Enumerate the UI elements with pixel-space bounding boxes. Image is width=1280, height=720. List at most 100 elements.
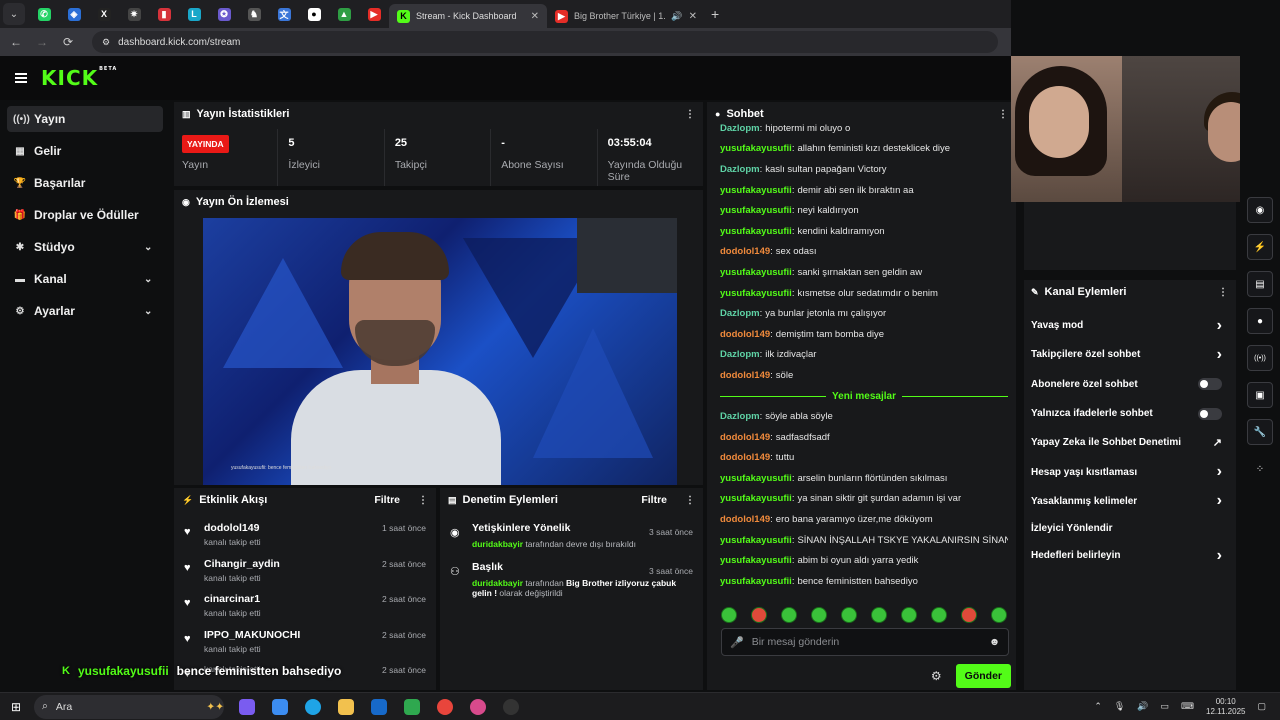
filter-button[interactable]: Filtre [374,494,400,506]
pinned-tab[interactable]: ▮ [149,0,179,28]
chat-username[interactable]: dodolol149 [720,514,770,525]
layout-icon[interactable]: ▣ [1247,382,1273,408]
chevron-up-icon[interactable]: ⌃ [1094,701,1102,712]
pinned-tab[interactable]: L [179,0,209,28]
volume-icon[interactable]: 🔊 [1137,701,1148,712]
language-icon[interactable]: ⌨ [1181,701,1194,712]
back-arrow-icon[interactable]: ← [8,35,24,49]
kick-logo[interactable]: KICKBETA [41,66,117,90]
channel-action-item[interactable]: Abonelere özel sohbet [1024,370,1236,399]
emote-icon[interactable] [751,607,767,623]
moderator-name[interactable]: duridakbayir [472,578,523,588]
outlook-icon[interactable] [362,698,395,715]
channel-action-item[interactable]: Hesap yaşı kısıtlaması › [1024,457,1236,486]
chat-username[interactable]: dodolol149 [720,329,770,340]
chat-message[interactable]: yusufakayusufii: arselin bunların flörtün… [720,468,1008,489]
chat-input[interactable]: 🎤 Bir mesaj gönderin ☻ [721,628,1009,656]
sidebar-item[interactable]: ▦ Gelir [7,138,163,164]
toggle-switch[interactable] [1198,407,1222,420]
chat-message[interactable]: yusufakayusufii: kendini kaldıramıyon [720,221,1008,242]
obs-icon[interactable] [494,698,527,715]
chat-username[interactable]: Dazlopm [720,123,760,134]
chrome-icon[interactable] [428,698,461,715]
chat-message[interactable]: yusufakayusufii: abim bi oyun aldı yarra … [720,550,1008,571]
emote-icon[interactable] [841,607,857,623]
pinned-tab[interactable]: ◈ [59,0,89,28]
taskbar-clock[interactable]: 00:10 12.11.2025 [1206,697,1245,717]
channel-action-item[interactable]: Hedefleri belirleyin › [1024,541,1236,570]
chat-username[interactable]: Dazlopm [720,411,760,422]
chat-username[interactable]: dodolol149 [720,246,770,257]
pinned-tab[interactable]: ✪ [209,0,239,28]
kebab-menu-icon[interactable]: ⋮ [685,495,695,506]
activity-item[interactable]: ♥ cinarcinar1 kanalı takip etti 2 saat önce [174,589,436,625]
channel-action-item[interactable]: Takipçilere özel sohbet › [1024,340,1236,369]
chat-message-list[interactable]: Dazlopm: hipotermi mi oluyo o yusufakayusu… [707,118,1016,592]
chat-username[interactable]: yusufakayusufii [720,535,792,546]
chat-message[interactable]: dodolol149: sex odası [720,242,1008,263]
emote-icon[interactable] [991,607,1007,623]
wrench-icon[interactable]: 🔧 [1247,419,1273,445]
pinned-tab[interactable]: ✷ [119,0,149,28]
emote-icon[interactable] [931,607,947,623]
sidebar-item[interactable]: ▬ Kanal ⌄ [7,266,163,292]
edge-icon[interactable] [296,698,329,715]
chrome-profile-icon[interactable] [461,698,494,715]
chat-username[interactable]: dodolol149 [720,370,770,381]
close-icon[interactable]: ✕ [531,11,539,22]
activity-item[interactable]: ♥ Cihangir_aydin kanalı takip etti 2 saat ö… [174,554,436,590]
speaker-icon[interactable]: 🔊 [671,11,682,22]
pinned-tab[interactable]: ▶ [359,0,389,28]
chat-message[interactable]: dodolol149: söle [720,365,1008,386]
sidebar-item[interactable]: ((•)) Yayın [7,106,163,132]
chat-username[interactable]: yusufakayusufii [720,226,792,237]
windows-start-icon[interactable]: ⊞ [0,700,32,714]
pinned-tab[interactable]: ▲ [329,0,359,28]
chat-message[interactable]: dodolol149: demiştim tam bomba diye [720,324,1008,345]
chat-username[interactable]: yusufakayusufii [720,493,792,504]
pinned-tab[interactable]: X [89,0,119,28]
chat-username[interactable]: yusufakayusufii [720,473,792,484]
camera-icon[interactable]: ◉ [1247,197,1273,223]
sidebar-item[interactable]: 🏆 Başarılar [7,170,163,196]
copilot-icon[interactable] [230,698,263,715]
chat-username[interactable]: yusufakayusufii [720,288,792,299]
pinned-tab[interactable]: ✆ [29,0,59,28]
channel-action-item[interactable]: Yalnızca ifadelerle sohbet [1024,399,1236,428]
new-tab-button[interactable]: + [711,6,719,22]
chat-message[interactable]: Dazlopm: hipotermi mi oluyo o [720,118,1008,139]
tab-kick-dashboard[interactable]: K Stream - Kick Dashboard ✕ [389,4,547,28]
chat-username[interactable]: dodolol149 [720,452,770,463]
menu-icon[interactable] [15,73,27,83]
kebab-menu-icon[interactable]: ⋮ [685,109,695,120]
activity-item[interactable]: ♥ IPPO_MAKUNOCHI kanalı takip etti 2 saat ö… [174,625,436,661]
chat-message[interactable]: yusufakayusufii: sanki şırnaktan sen geld… [720,262,1008,283]
sidebar-item[interactable]: ✱ Stüdyo ⌄ [7,234,163,260]
moderation-item[interactable]: ⚇ Başlık 3 saat önce duridakbayir tarafında… [440,561,703,598]
chat-message[interactable]: dodolol149: ero bana yaramıyo üzer,me dök… [720,509,1008,530]
chat-bubble-icon[interactable]: ● [1247,308,1273,334]
chat-message[interactable]: dodolol149: tuttu [720,448,1008,469]
chat-message[interactable]: yusufakayusufii: demir abi sen ilk bırakt… [720,180,1008,201]
channel-action-item[interactable]: Yasaklanmış kelimeler › [1024,487,1236,516]
chat-message[interactable]: Dazlopm: kaslı sultan papağanı Victory [720,159,1008,180]
dots-icon[interactable]: ⁘ [1247,456,1273,482]
emote-icon[interactable] [871,607,887,623]
chat-message[interactable]: yusufakayusufii: bence feministten bahsed… [720,571,1008,592]
channel-action-item[interactable]: Yapay Zeka ile Sohbet Denetimi ↗ [1024,428,1236,457]
microphone-icon[interactable]: 🎙 [1114,701,1125,712]
chat-username[interactable]: yusufakayusufii [720,185,792,196]
channel-action-item[interactable]: İzleyici Yönlendir [1024,516,1236,541]
kebab-menu-icon[interactable]: ⋮ [1218,287,1228,298]
kebab-menu-icon[interactable]: ⋮ [998,109,1008,120]
forward-arrow-icon[interactable]: → [34,35,50,49]
stream-preview-video[interactable]: yusufakayusufii: bence feministten bahse… [203,218,677,485]
tab-search-button[interactable]: ⌄ [3,3,25,25]
pinned-tab[interactable]: ● [299,0,329,28]
store-icon[interactable] [263,698,296,715]
pinned-tab[interactable]: 文 [269,0,299,28]
chat-username[interactable]: yusufakayusufii [720,143,792,154]
network-icon[interactable]: ▭ [1161,701,1170,712]
chat-message[interactable]: yusufakayusufii: allahın feministi kızı d… [720,139,1008,160]
moderation-item[interactable]: ◉ Yetişkinlere Yönelik 3 saat önce duridakb… [440,522,703,549]
